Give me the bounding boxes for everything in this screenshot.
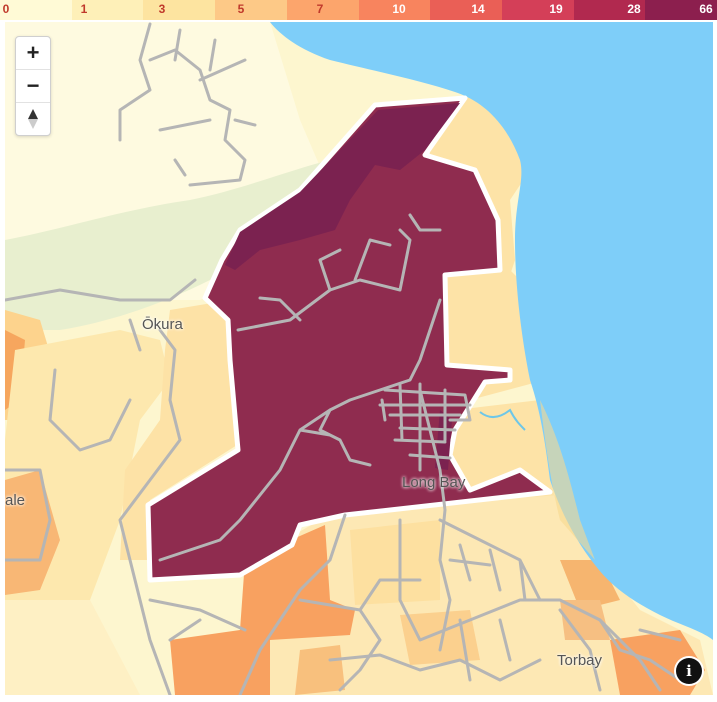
legend-label: 3 xyxy=(158,2,166,16)
legend-label: 5 xyxy=(237,2,245,16)
zoom-control: + − xyxy=(15,36,51,136)
compass-icon xyxy=(28,109,38,129)
legend-label: 1 xyxy=(80,2,88,16)
place-label-partial: ale xyxy=(5,492,26,509)
legend-label: 28 xyxy=(627,2,641,16)
info-icon: i xyxy=(686,662,692,680)
place-label-okura: Ōkura xyxy=(142,316,183,333)
info-button[interactable]: i xyxy=(676,658,702,684)
legend-label: 0 xyxy=(2,2,10,16)
place-label-long-bay: Long Bay xyxy=(402,474,466,491)
legend-label: 14 xyxy=(471,2,485,16)
legend-labels: 0 1 3 5 7 10 14 19 28 66 xyxy=(0,0,717,20)
zoom-out-button[interactable]: − xyxy=(16,70,50,103)
legend-label: 19 xyxy=(549,2,563,16)
map-canvas[interactable] xyxy=(5,22,713,695)
place-label-torbay: Torbay xyxy=(557,652,603,669)
legend-label: 10 xyxy=(392,2,406,16)
legend-label: 66 xyxy=(699,2,713,16)
reset-north-button[interactable] xyxy=(16,103,50,135)
zoom-in-button[interactable]: + xyxy=(16,37,50,70)
legend-label: 7 xyxy=(316,2,324,16)
